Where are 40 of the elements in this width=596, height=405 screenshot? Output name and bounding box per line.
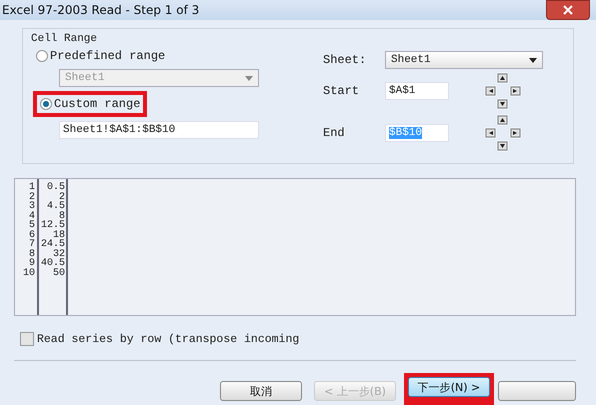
row-number: 9: [28, 259, 35, 268]
row-number: 7: [28, 240, 35, 250]
dialog-button[interactable]: [498, 381, 576, 401]
row-number: 6: [28, 230, 35, 240]
row-number: 3: [28, 202, 35, 212]
group-title: Cell Range: [31, 33, 98, 45]
row-number: 1: [28, 183, 35, 192]
start-field[interactable]: $A$1: [385, 82, 449, 100]
data-cell: 40.5: [40, 259, 65, 268]
data-cell: 2: [58, 192, 65, 202]
data-cell: 8: [58, 212, 65, 221]
dialog-button[interactable]: 下一步(N) >: [408, 377, 490, 397]
close-button[interactable]: [546, 0, 590, 20]
radio-option[interactable]: Predefined range: [33, 47, 168, 65]
sheet-dropdown[interactable]: Sheet1: [385, 51, 543, 69]
direction-arrows-icon[interactable]: [485, 73, 521, 109]
dropdown-arrow-icon: [529, 58, 537, 62]
dialog-button[interactable]: 取消: [220, 381, 302, 401]
row-number: 5: [28, 221, 35, 230]
data-cell: 24.5: [40, 240, 65, 250]
sheet-label: Sheet:: [323, 53, 368, 67]
data-cell: 50: [52, 268, 65, 278]
data-cell: 12.5: [40, 221, 65, 230]
direction-arrows-icon[interactable]: [485, 115, 521, 151]
start-label: Start: [323, 84, 360, 98]
row-number: 4: [28, 212, 35, 221]
highlighted-radio-option[interactable]: Custom range: [33, 91, 148, 117]
data-cell: 18: [52, 230, 65, 240]
transpose-checkbox[interactable]: Read series by row (transpose incoming: [14, 332, 300, 346]
data-cell: 4.5: [46, 202, 65, 212]
data-cell: 32: [52, 250, 65, 259]
dropdown-arrow-icon: [245, 76, 253, 80]
custom-range-field[interactable]: Sheet1!$A$1:$B$10: [59, 121, 259, 139]
window-title: Excel 97-2003 Read - Step 1 of 3: [2, 3, 200, 17]
row-number: 10: [22, 268, 35, 278]
row-number: 8: [28, 250, 35, 259]
end-label: End: [323, 126, 346, 140]
row-number: 2: [28, 192, 35, 202]
data-cell: 0.5: [46, 183, 65, 192]
close-icon: [563, 5, 573, 15]
